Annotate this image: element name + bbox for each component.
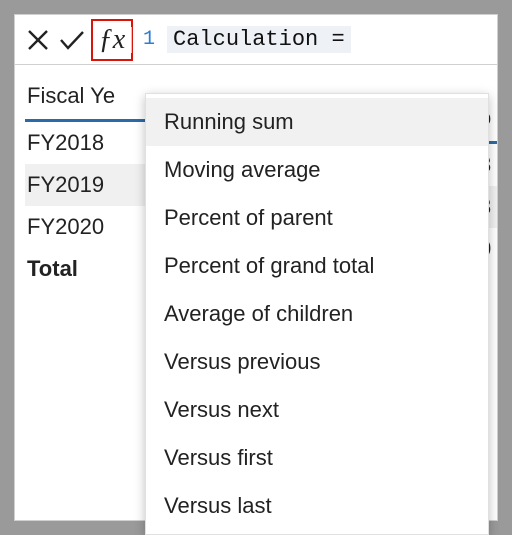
formula-input[interactable]: Calculation = [167,26,351,53]
table-row[interactable]: FY2019 [25,164,145,206]
fiscal-year-column: Fiscal Ye FY2018 FY2019 FY2020 Total [25,73,145,290]
column-header[interactable]: Fiscal Ye [25,73,145,122]
line-number: 1 [143,28,155,51]
dropdown-item-moving-average[interactable]: Moving average [146,146,488,194]
dropdown-item-percent-of-grand-total[interactable]: Percent of grand total [146,242,488,290]
dropdown-item-versus-last[interactable]: Versus last [146,482,488,530]
cancel-button[interactable] [21,21,55,59]
app-panel: ƒx 1 Calculation = Fiscal Ye FY2018 FY20… [14,14,498,521]
dropdown-item-versus-previous[interactable]: Versus previous [146,338,488,386]
dropdown-item-average-of-children[interactable]: Average of children [146,290,488,338]
table-row[interactable]: FY2018 [25,122,145,164]
dropdown-item-versus-first[interactable]: Versus first [146,434,488,482]
table-total-row[interactable]: Total [25,248,145,290]
fx-button[interactable]: ƒx [91,19,133,61]
fx-icon: ƒx [99,24,125,56]
divider [131,27,132,53]
dropdown-item-percent-of-parent[interactable]: Percent of parent [146,194,488,242]
formula-bar: ƒx 1 Calculation = [15,15,497,65]
table-row[interactable]: FY2020 [25,206,145,248]
confirm-button[interactable] [55,21,89,59]
dropdown-item-versus-next[interactable]: Versus next [146,386,488,434]
calculation-dropdown: Running sum Moving average Percent of pa… [145,93,489,535]
dropdown-item-running-sum[interactable]: Running sum [146,98,488,146]
x-icon [27,29,49,51]
check-icon [59,29,85,51]
